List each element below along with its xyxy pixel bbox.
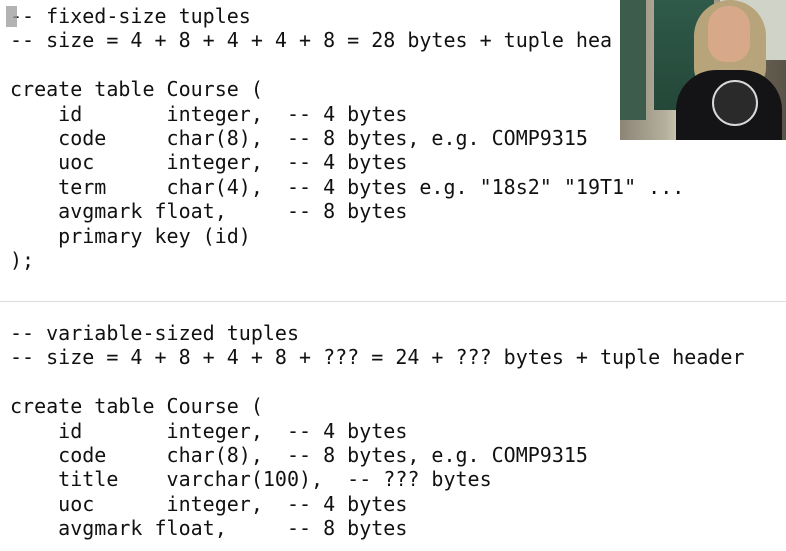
code-line: id integer, -- 4 bytes (10, 418, 408, 443)
code-line: avgmark float, -- 8 bytes (10, 199, 408, 224)
code-line: -- variable-sized tuples (10, 321, 299, 346)
code-line: -- size = 4 + 8 + 4 + 8 + ??? = 24 + ???… (10, 345, 745, 370)
section-divider (0, 301, 786, 302)
code-line: primary key (id) (10, 223, 251, 248)
code-line: ); (10, 247, 35, 272)
webcam-overlay (620, 0, 786, 140)
code-line: uoc integer, -- 4 bytes (10, 150, 408, 175)
code-line: uoc integer, -- 4 bytes (10, 491, 408, 516)
presenter-face (708, 6, 750, 62)
shirt-logo (712, 80, 758, 126)
webcam-board-left (620, 0, 646, 120)
code-line: avgmark float, -- 8 bytes (10, 516, 408, 541)
code-line: create table Course ( (10, 394, 263, 419)
code-line: title varchar(100), -- ??? bytes (10, 467, 492, 492)
text-cursor (6, 6, 17, 27)
code-line: code char(8), -- 8 bytes, e.g. COMP9315 (10, 443, 588, 468)
code-line: term char(4), -- 4 bytes e.g. "18s2" "19… (10, 174, 685, 199)
